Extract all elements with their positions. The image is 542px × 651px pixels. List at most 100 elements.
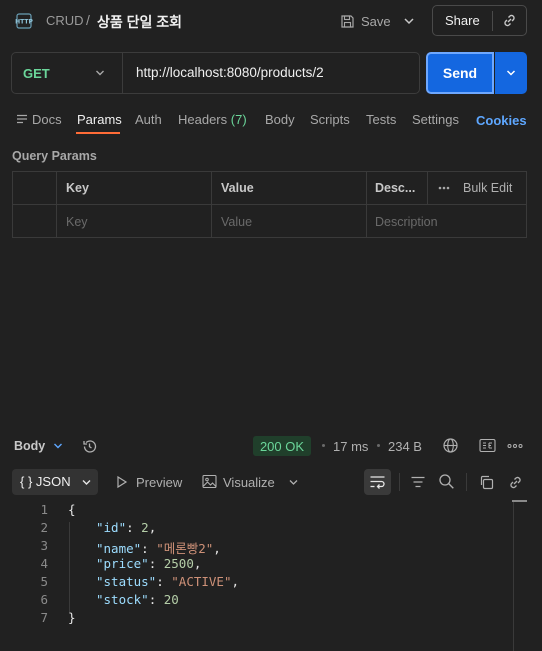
image-icon [202,474,217,489]
tab-params[interactable]: Params [77,112,122,127]
history-icon[interactable] [81,438,98,455]
json-comma: , [193,556,202,571]
json-key: "status" [96,574,157,589]
example-icon[interactable] [479,438,496,453]
bulk-edit-label: Bulk Edit [463,181,513,195]
table-divider [56,171,57,238]
tab-docs[interactable]: Docs [32,112,62,127]
param-value-input[interactable]: Value [221,215,252,229]
save-label: Save [361,13,391,29]
json-value: 2 [141,520,149,535]
chevron-down-icon[interactable] [52,440,64,452]
json-key: "price" [96,556,149,571]
json-colon: : [141,541,157,556]
query-params-title: Query Params [12,149,97,163]
line-number: 1 [40,502,48,517]
breadcrumb-collection[interactable]: CRUD [46,13,84,28]
column-header-description: Desc... [375,181,416,195]
breadcrumb-separator: / [86,12,90,28]
copy-icon[interactable] [478,474,495,491]
more-icon [438,186,450,190]
chevron-down-icon [505,67,517,79]
response-size[interactable]: 234 B [388,439,422,454]
send-button[interactable]: Send [426,52,494,94]
column-header-key: Key [66,181,89,195]
link-icon[interactable] [507,474,524,491]
json-value: "ACTIVE" [171,574,232,589]
param-key-input[interactable]: Key [66,215,88,229]
line-number: 7 [40,610,48,625]
json-colon: : [156,574,172,589]
svg-text:HTTP: HTTP [15,19,33,26]
divider [492,11,493,31]
code-line: 5 "status": "ACTIVE", [0,574,512,592]
tab-tests[interactable]: Tests [366,112,396,127]
url-input[interactable]: http://localhost:8080/products/2 [136,65,324,80]
line-number: 2 [40,520,48,535]
tab-headers[interactable]: Headers (7) [178,112,247,127]
code-line: 2 "id": 2, [0,520,512,538]
code-content: "id": 2, [96,520,156,535]
json-colon: : [126,520,142,535]
json-key: "stock" [96,592,149,607]
tab-settings[interactable]: Settings [412,112,459,127]
send-options-button[interactable] [495,52,527,94]
method-select[interactable]: GET [23,66,50,81]
param-description-input[interactable]: Description [375,215,438,229]
separator-dot [322,444,325,447]
copy-link-icon[interactable] [501,12,518,29]
code-content: "price": 2500, [96,556,201,571]
more-options-icon[interactable] [507,442,523,450]
wrap-icon [369,474,386,490]
save-options-chevron-icon[interactable] [400,13,418,29]
json-value: "메론빵2" [156,541,214,556]
code-content: "stock": 20 [96,592,179,607]
divider [399,473,400,491]
divider [122,53,123,93]
status-badge[interactable]: 200 OK [253,436,311,456]
format-label[interactable]: { } JSON [20,474,71,489]
divider [466,473,467,491]
code-line: 7} [0,610,512,628]
visualize-button[interactable]: Visualize [223,475,275,490]
json-value: 20 [163,592,179,607]
separator-dot [377,444,380,447]
json-comma: , [213,541,221,556]
bulk-edit-button[interactable]: Bulk Edit [438,181,512,195]
headers-count-badge: (7) [230,112,247,127]
line-number: 4 [40,556,48,571]
json-key: "id" [96,520,127,535]
table-divider [366,171,367,238]
search-icon[interactable] [438,473,455,490]
json-colon: : [148,592,164,607]
share-button[interactable]: Share [445,13,480,28]
globe-icon[interactable] [442,437,459,454]
filter-icon[interactable] [410,474,426,490]
page-title[interactable]: 상품 단일 조회 [97,12,182,32]
tab-auth[interactable]: Auth [135,112,162,127]
tab-headers-label: Headers [178,112,228,127]
response-body-select[interactable]: Body [14,439,45,453]
code-line: 1{ [0,502,512,520]
chevron-down-icon[interactable] [81,477,92,488]
response-time[interactable]: 17 ms [333,439,368,454]
http-icon: HTTP [14,11,34,31]
tab-body[interactable]: Body [265,112,295,127]
preview-button[interactable]: Preview [136,475,182,490]
play-icon [116,475,128,489]
cookies-link[interactable]: Cookies [476,113,527,128]
table-divider [12,204,527,205]
code-line: 4 "price": 2500, [0,556,512,574]
line-number: 6 [40,592,48,607]
tab-scripts[interactable]: Scripts [310,112,350,127]
method-chevron-down-icon[interactable] [94,67,106,79]
docs-icon [16,113,28,125]
code-content: } [68,610,76,625]
chevron-down-icon[interactable] [288,477,299,488]
scrollbar-thumb[interactable] [512,500,527,502]
scrollbar[interactable] [513,500,514,651]
save-button[interactable]: Save [340,8,396,34]
json-key: "name" [96,541,142,556]
json-comma: , [148,520,157,535]
code-line: 3 "name": "메론빵2", [0,538,512,556]
